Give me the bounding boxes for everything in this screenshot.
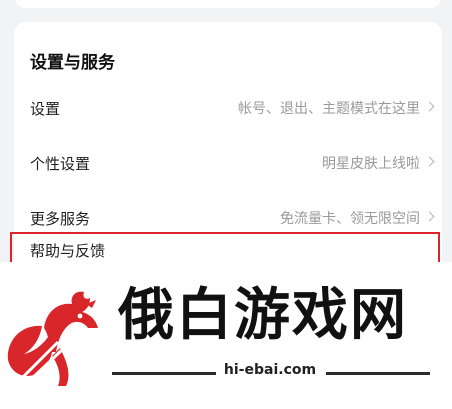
chevron-right-icon [424, 101, 435, 112]
more-services-label: 更多服务 [30, 209, 91, 228]
chevron-right-icon [424, 211, 435, 222]
personalize-label: 个性设置 [30, 154, 91, 173]
settings-label: 设置 [30, 99, 61, 118]
watermark-brand-text: 俄白游戏网 [118, 283, 408, 348]
section-title: 设置与服务 [30, 53, 115, 73]
more-services-hint: 免流量卡、领无限空间 [280, 211, 420, 227]
chevron-right-icon [424, 156, 435, 167]
rooster-logo-icon [7, 291, 98, 388]
settings-hint: 帐号、退出、主题模式在这里 [238, 101, 420, 117]
settings-row[interactable]: 设置 帐号、退出、主题模式在这里 [14, 88, 442, 128]
watermark-rule-right [326, 372, 430, 375]
watermark-url: hi-ebai.com [223, 362, 317, 378]
personalize-hint: 明星皮肤上线啦 [322, 156, 420, 172]
previous-card [14, 0, 442, 8]
watermark-rule-left [112, 372, 216, 375]
help-feedback-label: 帮助与反馈 [30, 242, 106, 260]
personalize-row[interactable]: 个性设置 明星皮肤上线啦 [14, 143, 442, 183]
